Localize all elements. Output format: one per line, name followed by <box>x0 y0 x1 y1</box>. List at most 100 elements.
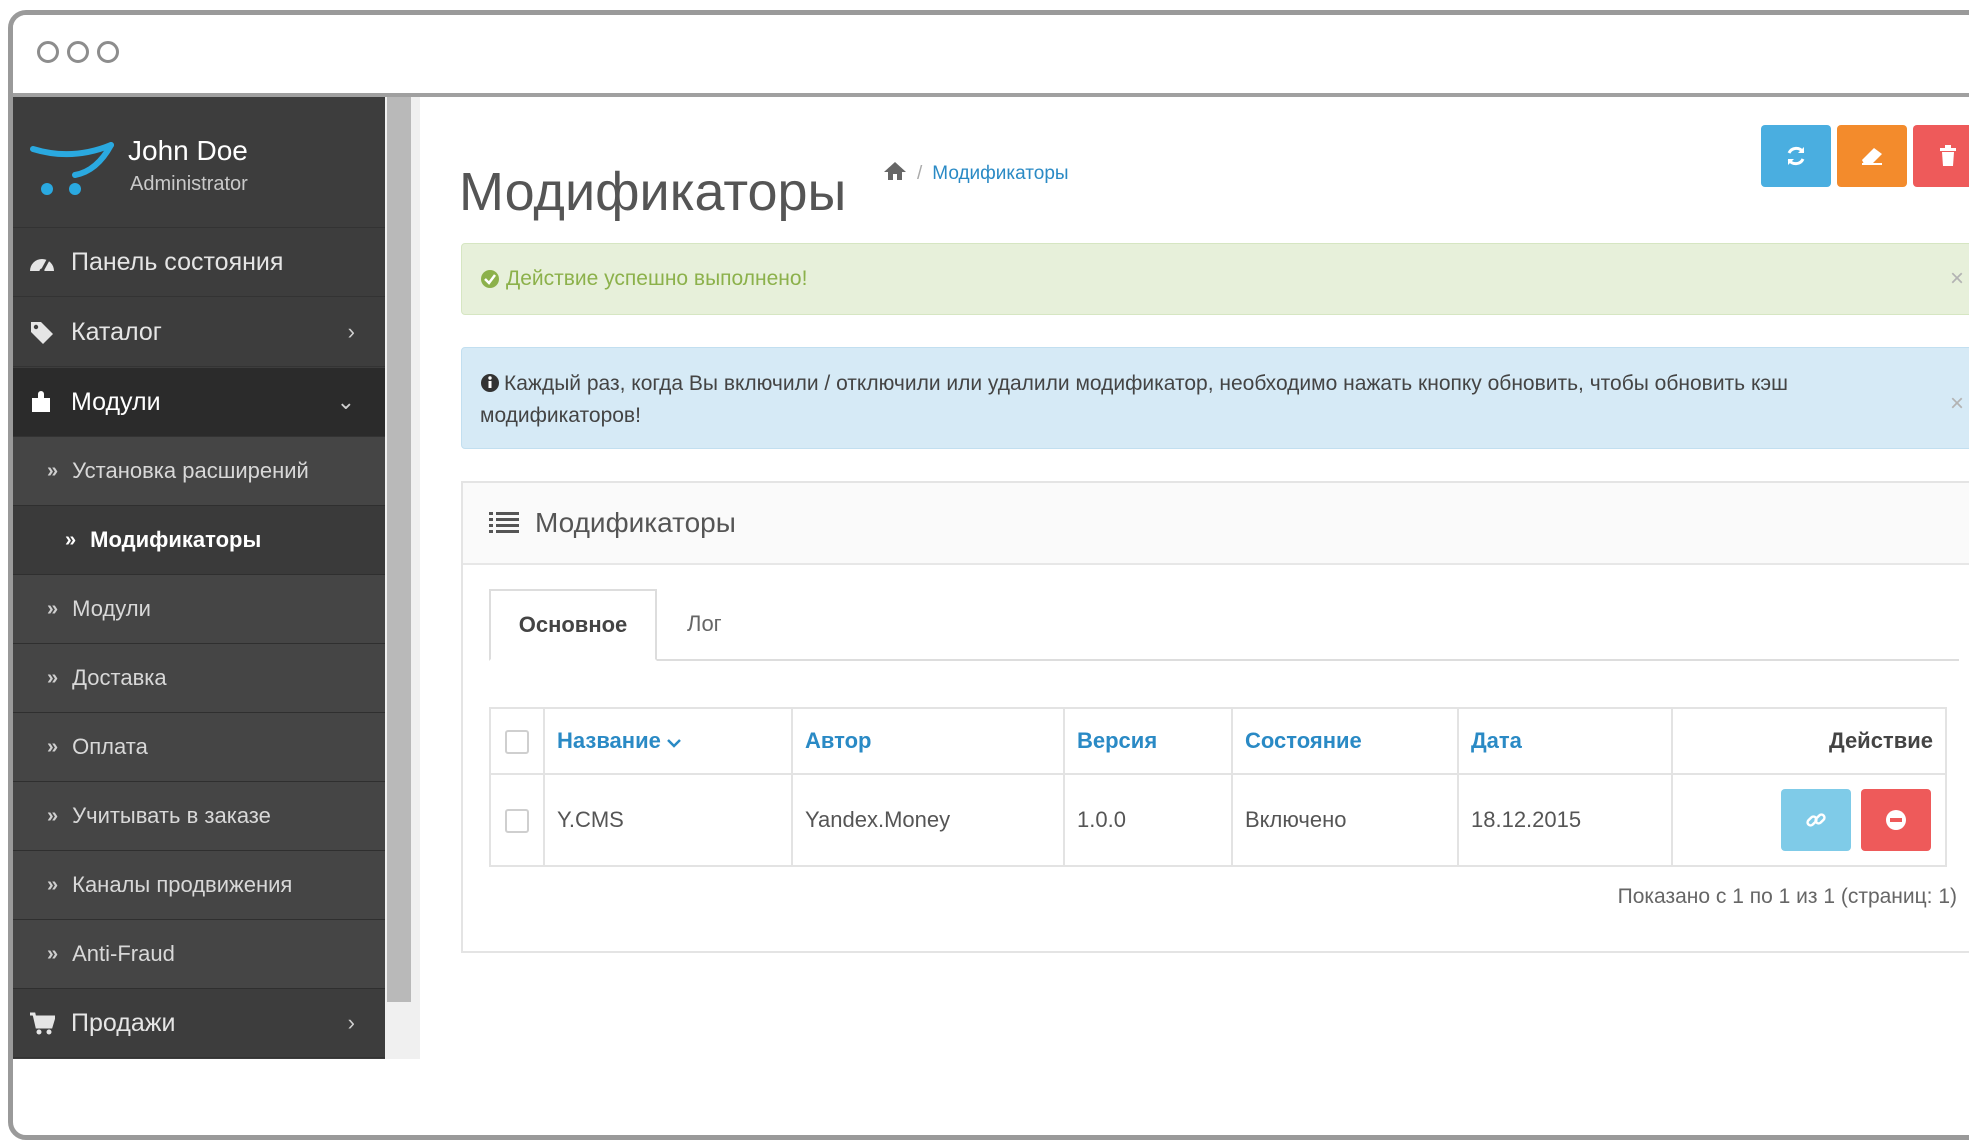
info-circle-icon <box>481 374 499 392</box>
breadcrumb-separator: / <box>917 163 923 184</box>
disable-button[interactable] <box>1861 789 1931 851</box>
sidebar-subitem-payment[interactable]: » Оплата <box>13 713 385 782</box>
page-title: Модификаторы <box>459 162 847 223</box>
sidebar-subitem-label: Модификаторы <box>90 527 262 552</box>
dashboard-icon <box>13 251 71 273</box>
close-icon[interactable]: × <box>1950 388 1964 420</box>
double-chevron-icon: » <box>47 942 59 965</box>
close-icon[interactable]: × <box>1950 265 1964 293</box>
panel-heading: Модификаторы <box>463 483 1969 565</box>
breadcrumb: / Модификаторы <box>883 161 1069 187</box>
column-action: Действие <box>1671 707 1947 775</box>
chevron-right-icon: › <box>347 319 355 344</box>
table-row: Y.CMS Yandex.Money 1.0.0 Включено 18.12.… <box>489 773 1947 867</box>
puzzle-icon <box>13 390 71 414</box>
sidebar: John Doe Administrator Панель состояния … <box>13 97 385 1059</box>
sidebar-item-label: Продажи <box>71 1008 176 1037</box>
double-chevron-icon: » <box>47 804 59 827</box>
success-alert: Действие успешно выполнено! × <box>461 243 1969 315</box>
select-all-checkbox[interactable] <box>505 730 529 755</box>
cell-version: 1.0.0 <box>1063 773 1233 867</box>
window-dot-3[interactable] <box>97 41 119 63</box>
panel-title: Модификаторы <box>535 507 736 538</box>
column-name-label: Название <box>557 728 661 753</box>
double-chevron-icon: » <box>47 873 59 896</box>
column-author[interactable]: Автор <box>791 707 1065 775</box>
sidebar-subitem-label: Модули <box>72 596 151 621</box>
minus-circle-icon <box>1886 810 1906 830</box>
cell-actions <box>1671 773 1947 867</box>
delete-button[interactable] <box>1913 125 1969 187</box>
double-chevron-icon: » <box>47 597 59 620</box>
double-chevron-icon: » <box>47 459 59 482</box>
link-icon <box>1806 813 1826 827</box>
pagination-info: Показано с 1 по 1 из 1 (страниц: 1) <box>1617 885 1957 908</box>
chevron-down-icon: ⌄ <box>336 389 355 414</box>
column-name[interactable]: Название <box>543 707 793 775</box>
header-actions <box>1761 125 1969 187</box>
trash-icon <box>1940 145 1956 166</box>
sidebar-item-label: Модули <box>71 387 161 416</box>
sidebar-subitem-label: Оплата <box>72 734 148 759</box>
sidebar-subitem-label: Доставка <box>72 665 167 690</box>
chevron-right-icon: › <box>347 1010 355 1035</box>
clear-button[interactable] <box>1837 125 1907 187</box>
sidebar-subitem-order-totals[interactable]: » Учитывать в заказе <box>13 782 385 851</box>
sidebar-subitem-label: Учитывать в заказе <box>72 803 271 828</box>
user-role: Administrator <box>130 173 248 195</box>
sidebar-subitem-shipping[interactable]: » Доставка <box>13 644 385 713</box>
sidebar-subitem-modifications[interactable]: » Модификаторы <box>13 506 385 575</box>
sort-caret-down-icon <box>667 739 681 748</box>
sidebar-item-label: Каталог <box>71 317 162 346</box>
sidebar-item-catalog[interactable]: Каталог › <box>13 298 385 367</box>
double-chevron-icon: » <box>47 735 59 758</box>
sidebar-subitem-label: Anti-Fraud <box>72 941 175 966</box>
sidebar-item-sales[interactable]: Продажи › <box>13 989 385 1058</box>
double-chevron-icon: » <box>65 528 77 551</box>
modifications-panel: Модификаторы Основное Лог Название Автор… <box>461 481 1969 953</box>
list-icon <box>489 512 519 533</box>
sidebar-subitem-label: Установка расширений <box>72 458 309 483</box>
user-name: John Doe <box>128 135 248 166</box>
success-alert-text: Действие успешно выполнено! <box>506 267 808 290</box>
sidebar-scrollbar-thumb[interactable] <box>387 97 411 1002</box>
home-icon[interactable] <box>883 161 907 187</box>
sidebar-subitem-anti-fraud[interactable]: » Anti-Fraud <box>13 920 385 989</box>
tag-icon <box>13 320 71 344</box>
column-status[interactable]: Состояние <box>1231 707 1459 775</box>
user-profile[interactable]: John Doe Administrator <box>13 97 385 228</box>
row-checkbox[interactable] <box>505 809 529 834</box>
window-dot-2[interactable] <box>67 41 89 63</box>
window-dot-1[interactable] <box>37 41 59 63</box>
sidebar-subitem-extension-installer[interactable]: » Установка расширений <box>13 437 385 506</box>
column-version[interactable]: Версия <box>1063 707 1233 775</box>
tab-bar: Основное Лог <box>489 589 1959 661</box>
main-content: Модификаторы / Модификаторы Действие усп… <box>453 97 1969 1077</box>
browser-frame: John Doe Administrator Панель состояния … <box>8 10 1969 1140</box>
eraser-icon <box>1862 148 1882 165</box>
cell-name: Y.CMS <box>543 773 793 867</box>
sidebar-item-dashboard[interactable]: Панель состояния <box>13 228 385 297</box>
sidebar-item-label: Панель состояния <box>71 247 284 276</box>
double-chevron-icon: » <box>47 666 59 689</box>
refresh-button[interactable] <box>1761 125 1831 187</box>
cart-icon <box>13 1011 71 1035</box>
sidebar-item-modules[interactable]: Модули ⌄ <box>13 368 385 437</box>
window-titlebar <box>13 15 1969 97</box>
cell-author: Yandex.Money <box>791 773 1065 867</box>
opencart-logo-icon <box>30 142 114 195</box>
select-all-cell <box>489 707 545 775</box>
table-header-row: Название Автор Версия Состояние Дата Дей… <box>489 707 1947 775</box>
link-button[interactable] <box>1780 789 1851 851</box>
tab-general[interactable]: Основное <box>489 589 657 661</box>
cell-date: 18.12.2015 <box>1457 773 1673 867</box>
column-date[interactable]: Дата <box>1457 707 1673 775</box>
sidebar-subitem-modules[interactable]: » Модули <box>13 575 385 644</box>
tab-log[interactable]: Лог <box>687 589 722 659</box>
check-circle-icon <box>481 270 499 288</box>
modifications-table: Название Автор Версия Состояние Дата Дей… <box>489 707 1947 867</box>
sidebar-subitem-label: Каналы продвижения <box>72 872 293 897</box>
row-select-cell <box>489 773 545 867</box>
sidebar-subitem-feeds[interactable]: » Каналы продвижения <box>13 851 385 920</box>
breadcrumb-link[interactable]: Модификаторы <box>932 163 1068 185</box>
